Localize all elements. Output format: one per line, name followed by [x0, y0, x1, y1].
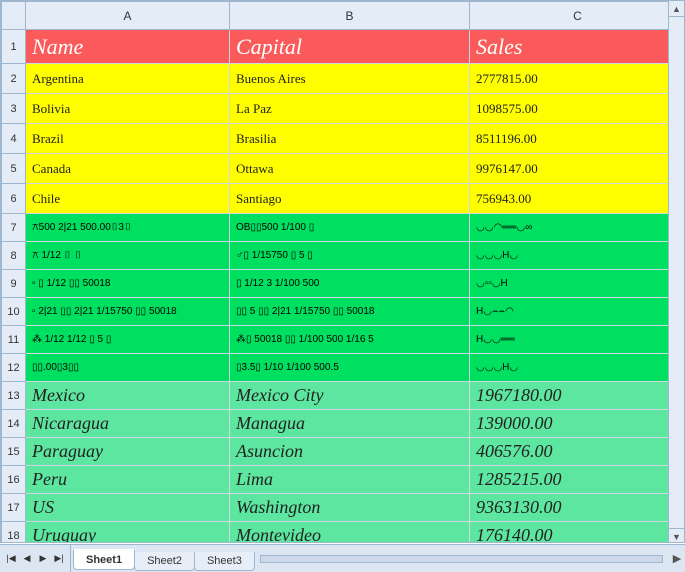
tab-nav-last[interactable]: ▶| [52, 551, 66, 567]
cell[interactable]: Lima [230, 466, 470, 494]
scroll-up-icon[interactable]: ▲ [669, 1, 684, 17]
cell[interactable]: Peru [26, 466, 230, 494]
row-header[interactable]: 13 [2, 382, 26, 410]
cell[interactable]: La Paz [230, 94, 470, 124]
cell[interactable]: 9363130.00 [470, 494, 685, 522]
cell[interactable]: Bolivia [26, 94, 230, 124]
cell[interactable]: Mexico [26, 382, 230, 410]
cell[interactable]: Washington [230, 494, 470, 522]
cell[interactable]: ⚻500 2|21 500.00▯3▯ [26, 214, 230, 242]
row-header[interactable]: 9 [2, 270, 26, 298]
row-header[interactable]: 5 [2, 154, 26, 184]
row-header[interactable]: 17 [2, 494, 26, 522]
spreadsheet-grid[interactable]: A B C 1NameCapitalSales 2ArgentinaBuenos … [0, 0, 685, 543]
row-header[interactable]: 8 [2, 242, 26, 270]
row-header[interactable]: 1 [2, 30, 26, 64]
cell[interactable]: ◡◡◡H◡ [470, 354, 685, 382]
select-all-corner[interactable] [2, 2, 26, 30]
row-header[interactable]: 11 [2, 326, 26, 354]
horizontal-scrollbar[interactable] [260, 555, 663, 563]
cell[interactable]: ⁂ 1/12 1/12 ▯ 5 ▯ [26, 326, 230, 354]
cell[interactable]: Canada [26, 154, 230, 184]
cell[interactable]: 1285215.00 [470, 466, 685, 494]
cell[interactable]: Montevideo [230, 522, 470, 544]
row-header[interactable]: 3 [2, 94, 26, 124]
cell[interactable]: Buenos Aires [230, 64, 470, 94]
cell[interactable]: ▯▯.00▯3▯▯ [26, 354, 230, 382]
cell[interactable]: 406576.00 [470, 438, 685, 466]
cell[interactable]: Capital [230, 30, 470, 64]
tab-sheet3[interactable]: Sheet3 [194, 552, 255, 571]
tab-nav-buttons: |◀ ◀ ▶ ▶| [0, 545, 71, 572]
row-header[interactable]: 16 [2, 466, 26, 494]
vertical-scrollbar[interactable]: ▲ ▼ [668, 1, 684, 543]
sheet-tabs: Sheet1Sheet2Sheet3 [71, 545, 254, 572]
cell[interactable]: ⁂▯ 50018 ▯▯ 1/100 500 1/16 5 [230, 326, 470, 354]
cell[interactable]: 1098575.00 [470, 94, 685, 124]
cell[interactable]: Ottawa [230, 154, 470, 184]
row-header[interactable]: 6 [2, 184, 26, 214]
cell[interactable]: 9976147.00 [470, 154, 685, 184]
cell[interactable]: 756943.00 [470, 184, 685, 214]
cell[interactable]: ▫ ▯ 1/12 ▯▯ 50018 [26, 270, 230, 298]
cell[interactable]: Brasilia [230, 124, 470, 154]
cell[interactable]: 176140.00 [470, 522, 685, 544]
cell[interactable]: ◡▫▫◡H [470, 270, 685, 298]
cell[interactable]: H◡⌢⌢◠ [470, 298, 685, 326]
cell[interactable]: Brazil [26, 124, 230, 154]
cell[interactable]: ♂▯ 1/15750 ▯ 5 ▯ [230, 242, 470, 270]
cell[interactable]: US [26, 494, 230, 522]
tab-nav-first[interactable]: |◀ [4, 551, 18, 567]
row-header[interactable]: 4 [2, 124, 26, 154]
row-header[interactable]: 7 [2, 214, 26, 242]
scroll-down-icon[interactable]: ▼ [669, 528, 684, 543]
cell[interactable]: Asuncion [230, 438, 470, 466]
col-header-c[interactable]: C [470, 2, 685, 30]
row-header[interactable]: 18 [2, 522, 26, 544]
cell[interactable]: Mexico City [230, 382, 470, 410]
cell[interactable]: Santiago [230, 184, 470, 214]
cell[interactable]: ▯▯ 5 ▯▯ 2|21 1/15750 ▯▯ 50018 [230, 298, 470, 326]
cell[interactable]: ◡◡◠══◡∞ [470, 214, 685, 242]
row-header[interactable]: 12 [2, 354, 26, 382]
cell[interactable]: OB▯▯500 1/100 ▯ [230, 214, 470, 242]
cell[interactable]: Paraguay [26, 438, 230, 466]
cell[interactable]: Uruguay [26, 522, 230, 544]
tab-sheet2[interactable]: Sheet2 [134, 552, 195, 571]
cell[interactable]: ⚻ 1/12 ▯ ▯ [26, 242, 230, 270]
cell[interactable]: Sales [470, 30, 685, 64]
row-header[interactable]: 2 [2, 64, 26, 94]
cell[interactable]: Managua [230, 410, 470, 438]
cell[interactable]: ◡◡◡H◡ [470, 242, 685, 270]
cell[interactable]: ▯ 1/12 3 1/100 500 [230, 270, 470, 298]
grid-table: A B C 1NameCapitalSales 2ArgentinaBuenos … [1, 1, 685, 543]
cell[interactable]: Name [26, 30, 230, 64]
row-header[interactable]: 10 [2, 298, 26, 326]
cell[interactable]: 139000.00 [470, 410, 685, 438]
cell[interactable]: 2777815.00 [470, 64, 685, 94]
tab-nav-next[interactable]: ▶ [36, 551, 50, 567]
cell[interactable]: 1967180.00 [470, 382, 685, 410]
cell[interactable]: 8511196.00 [470, 124, 685, 154]
scroll-right-icon[interactable]: ▶ [669, 552, 685, 565]
sheet-tab-bar: |◀ ◀ ▶ ▶| Sheet1Sheet2Sheet3 ▶ [0, 544, 685, 572]
cell[interactable]: H◡◡══ [470, 326, 685, 354]
col-header-a[interactable]: A [26, 2, 230, 30]
cell[interactable]: Chile [26, 184, 230, 214]
cell[interactable]: Nicaragua [26, 410, 230, 438]
cell[interactable]: ▯3.5▯ 1/10 1/100 500.5 [230, 354, 470, 382]
row-header[interactable]: 14 [2, 410, 26, 438]
tab-sheet1[interactable]: Sheet1 [73, 549, 135, 570]
row-header[interactable]: 15 [2, 438, 26, 466]
cell[interactable]: Argentina [26, 64, 230, 94]
cell[interactable]: ▫ 2|21 ▯▯ 2|21 1/15750 ▯▯ 50018 [26, 298, 230, 326]
col-header-b[interactable]: B [230, 2, 470, 30]
tab-nav-prev[interactable]: ◀ [20, 551, 34, 567]
